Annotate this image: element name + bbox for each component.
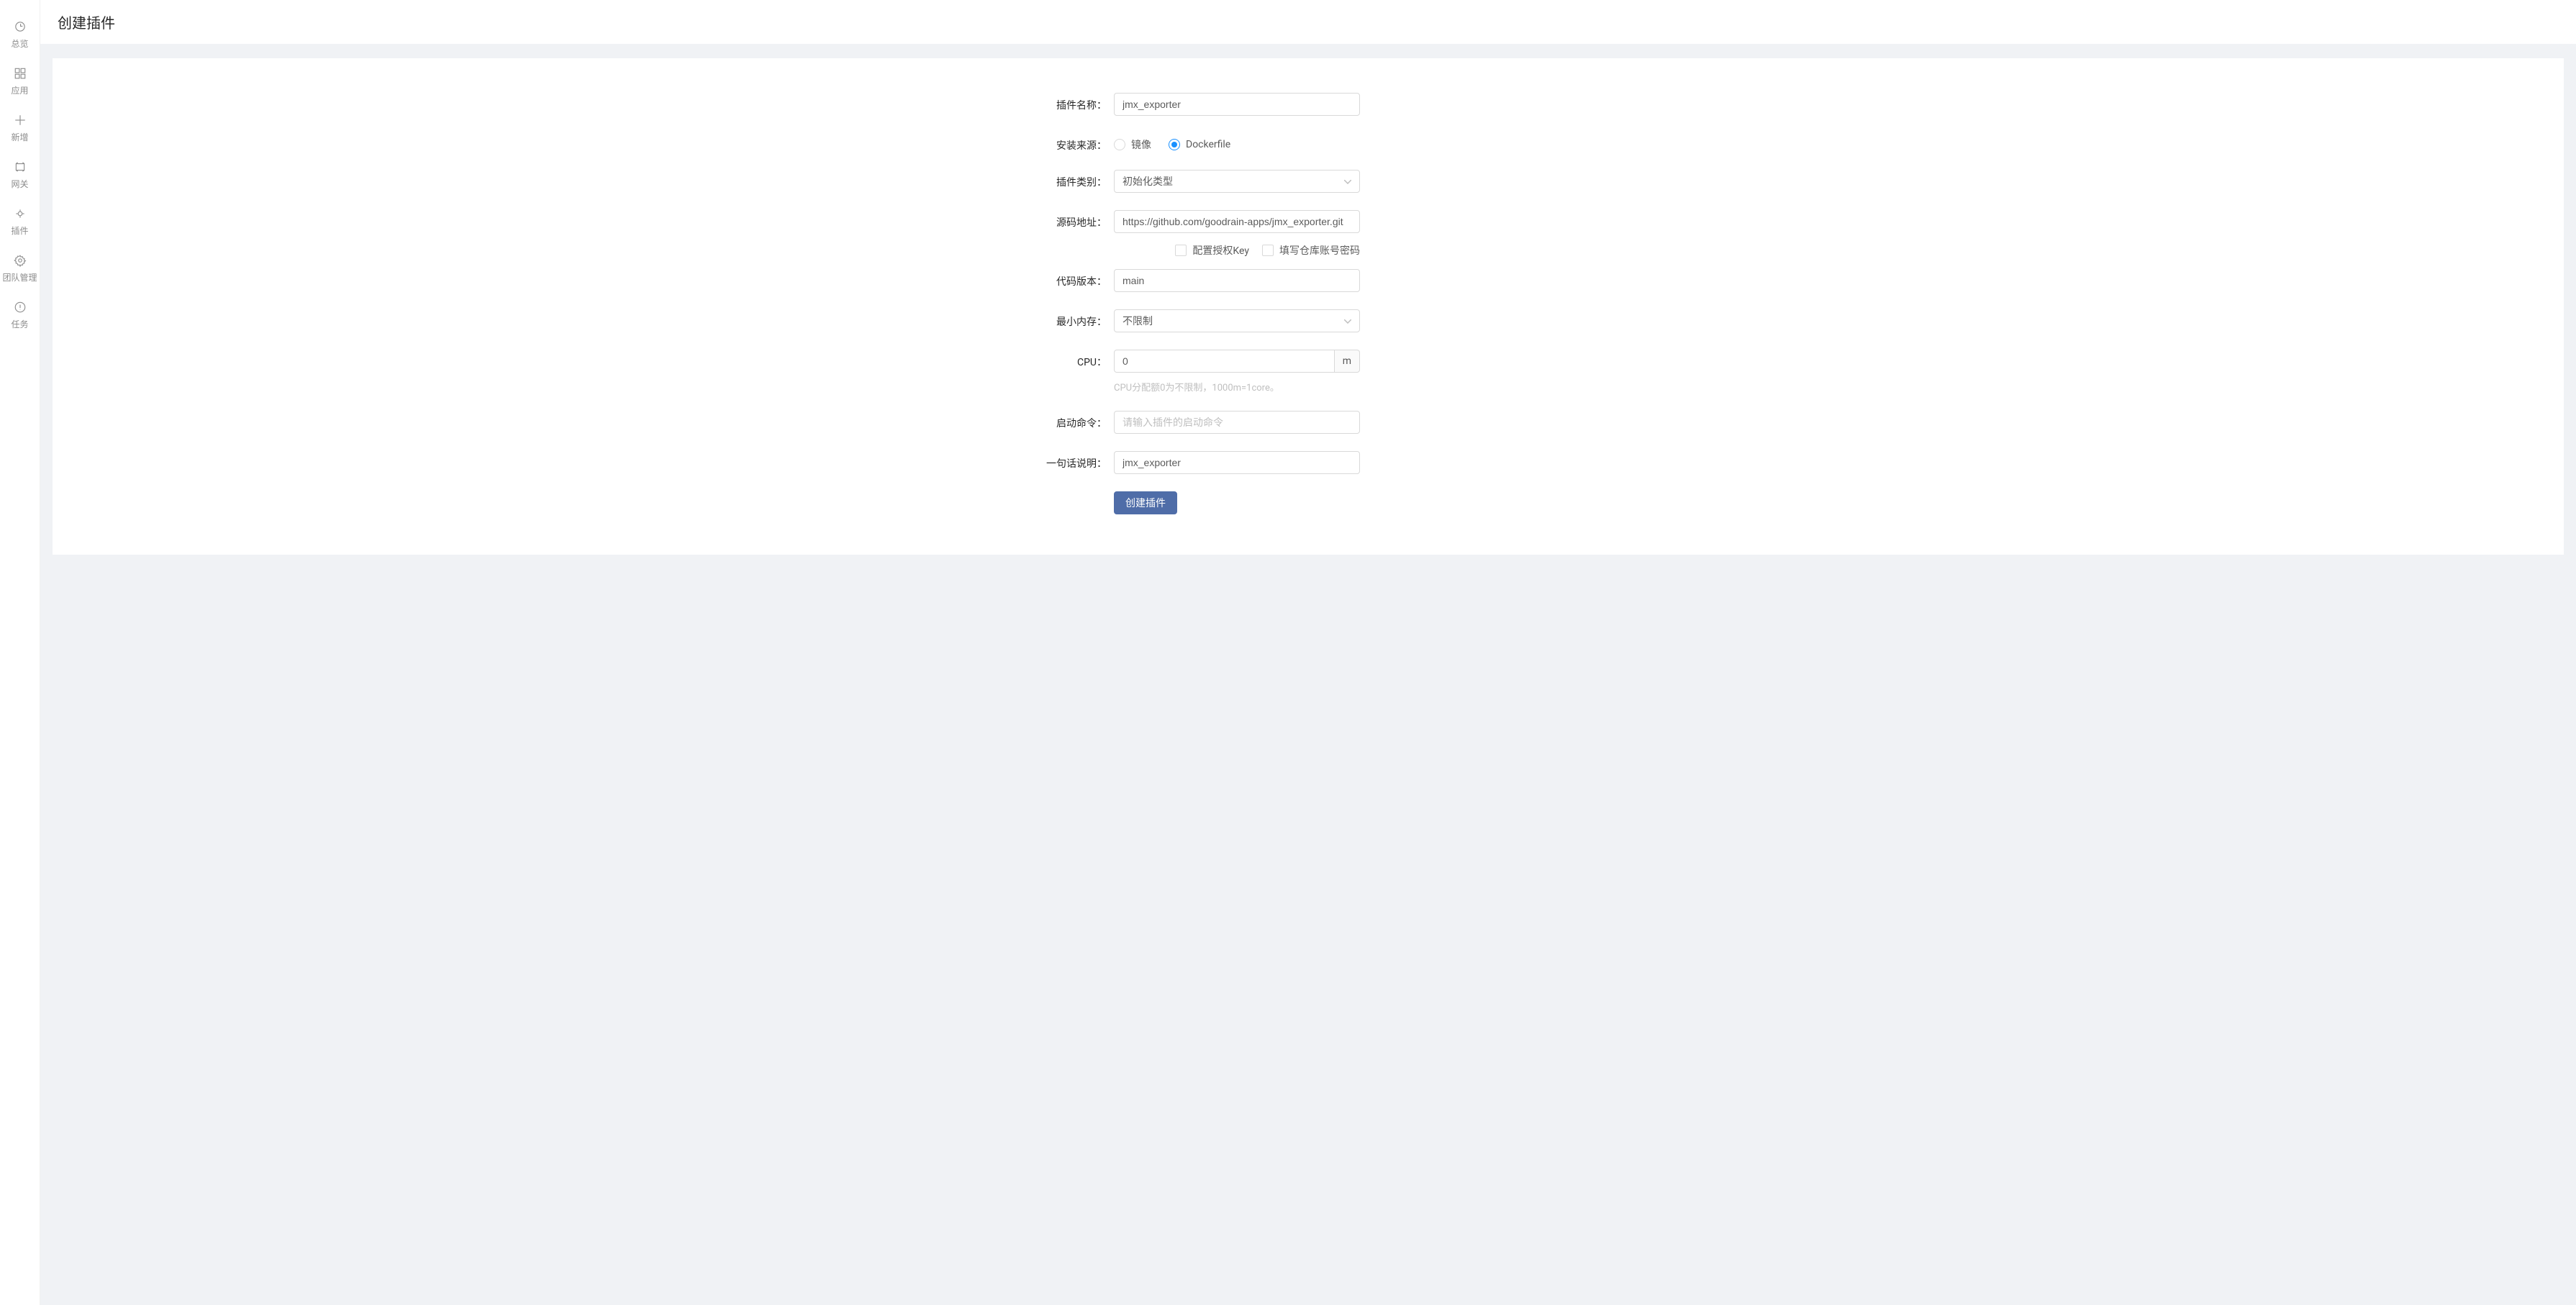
checkbox-config-key[interactable]: 配置授权Key	[1175, 243, 1249, 258]
checkbox-repo-auth[interactable]: 填写仓库账号密码	[1262, 243, 1360, 258]
radio-label: 镜像	[1131, 137, 1151, 152]
checkbox-label: 配置授权Key	[1192, 243, 1249, 258]
gateway-icon	[14, 160, 27, 173]
plugin-name-label: 插件名称：	[1028, 93, 1114, 112]
create-plugin-button[interactable]: 创建插件	[1114, 491, 1177, 514]
source-url-label: 源码地址：	[1028, 210, 1114, 229]
sidebar-item-label: 应用	[11, 84, 28, 96]
cpu-unit: m	[1335, 350, 1360, 373]
radio-icon	[1169, 139, 1180, 150]
description-input[interactable]	[1114, 451, 1360, 474]
sidebar-item-plugin[interactable]: 插件	[0, 200, 40, 247]
plugin-type-select[interactable]: 初始化类型	[1114, 170, 1360, 193]
sidebar-item-apps[interactable]: 应用	[0, 60, 40, 106]
sidebar-item-label: 团队管理	[2, 271, 37, 283]
plugin-icon	[14, 207, 27, 220]
form-card: 插件名称： 安装来源： 镜像	[53, 58, 2564, 555]
code-version-label: 代码版本：	[1028, 269, 1114, 288]
min-memory-label: 最小内存：	[1028, 309, 1114, 329]
sidebar-item-label: 网关	[11, 178, 28, 190]
start-cmd-input[interactable]	[1114, 411, 1360, 434]
chevron-down-icon	[1344, 316, 1351, 326]
install-source-label: 安装来源：	[1028, 133, 1114, 153]
cpu-label: CPU：	[1028, 350, 1114, 369]
page-header: 创建插件	[40, 0, 2576, 44]
checkbox-icon	[1175, 245, 1187, 256]
radio-label: Dockerfile	[1186, 139, 1230, 150]
code-version-input[interactable]	[1114, 269, 1360, 292]
radio-icon	[1114, 139, 1125, 150]
sidebar-item-overview[interactable]: 总览	[0, 13, 40, 60]
plugin-name-input[interactable]	[1114, 93, 1360, 116]
content-wrapper: 插件名称： 安装来源： 镜像	[40, 44, 2576, 1305]
plugin-type-label: 插件类别：	[1028, 170, 1114, 189]
plus-icon	[14, 114, 27, 127]
chevron-down-icon	[1344, 176, 1351, 186]
sidebar-item-gateway[interactable]: 网关	[0, 153, 40, 200]
sidebar-item-add[interactable]: 新增	[0, 106, 40, 153]
start-cmd-label: 启动命令：	[1028, 411, 1114, 430]
select-value: 不限制	[1123, 314, 1153, 328]
sidebar-item-team[interactable]: 团队管理	[0, 247, 40, 294]
select-value: 初始化类型	[1123, 174, 1173, 188]
checkbox-icon	[1262, 245, 1274, 256]
apps-icon	[14, 67, 27, 80]
main-area: 创建插件 插件名称： 安装来源：	[40, 0, 2576, 1305]
cpu-help-text: CPU分配额0为不限制，1000m=1core。	[1114, 376, 1360, 394]
source-url-input[interactable]	[1114, 210, 1360, 233]
alert-icon	[14, 301, 27, 314]
description-label: 一句话说明：	[1028, 451, 1114, 470]
sidebar-item-label: 插件	[11, 224, 28, 237]
cpu-input[interactable]	[1114, 350, 1335, 373]
sidebar-item-label: 总览	[11, 37, 28, 50]
sidebar-item-label: 任务	[11, 318, 28, 330]
dashboard-icon	[14, 20, 27, 33]
min-memory-select[interactable]: 不限制	[1114, 309, 1360, 332]
radio-image[interactable]: 镜像	[1114, 137, 1151, 152]
radio-dockerfile[interactable]: Dockerfile	[1169, 139, 1230, 150]
sidebar: 总览 应用 新增 网关 插件	[0, 0, 40, 1305]
checkbox-label: 填写仓库账号密码	[1279, 243, 1360, 258]
sidebar-item-label: 新增	[11, 131, 28, 143]
gear-icon	[14, 254, 27, 267]
sidebar-item-task[interactable]: 任务	[0, 294, 40, 340]
page-title: 创建插件	[58, 12, 2559, 32]
